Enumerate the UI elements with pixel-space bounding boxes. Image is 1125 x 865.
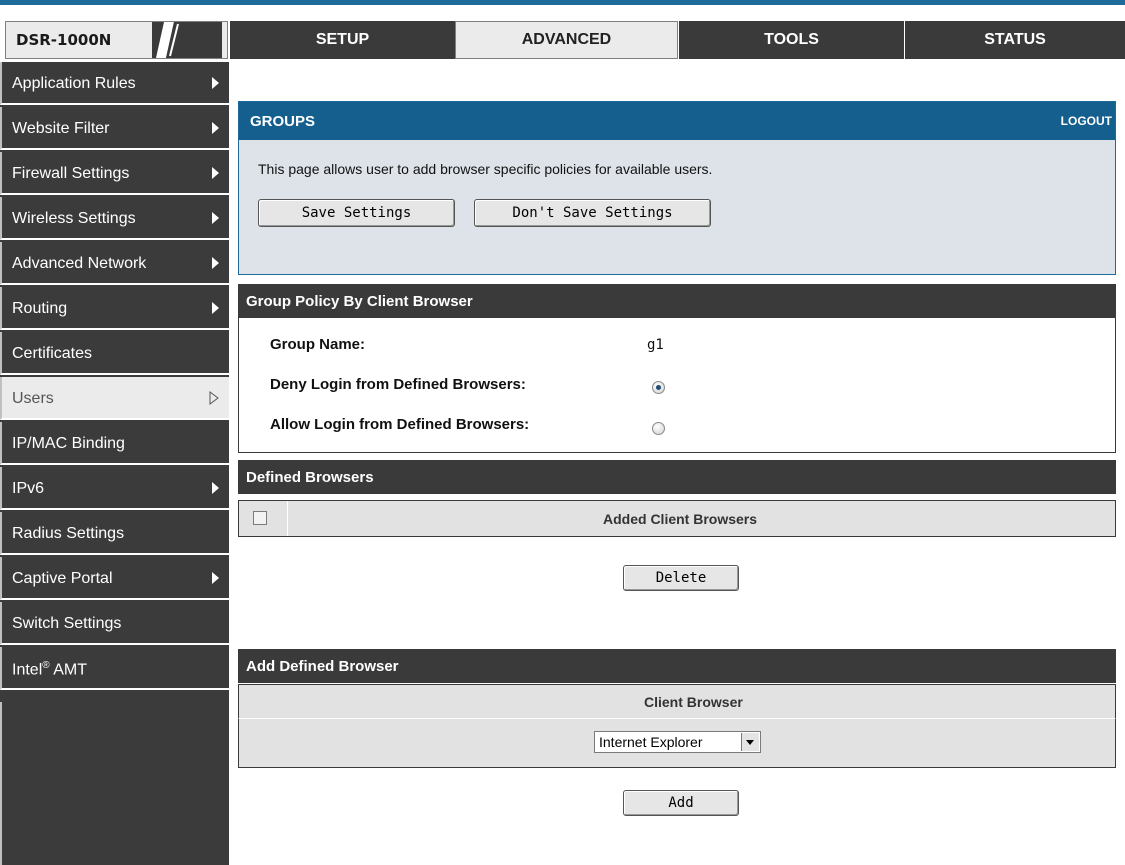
label-prefix: Intel [12, 661, 43, 679]
label-suffix: AMT [49, 661, 87, 679]
deny-login-label: Deny Login from Defined Browsers: [270, 376, 526, 393]
delete-button[interactable]: Delete [623, 565, 739, 591]
chevron-right-icon [212, 212, 219, 224]
select-all-checkbox[interactable] [253, 511, 267, 525]
groups-header: GROUPS LOGOUT [239, 102, 1115, 140]
sidebar-item-intel-amt[interactable]: Intel® AMT [0, 647, 229, 690]
sidebar-item-radius-settings[interactable]: Radius Settings [0, 512, 229, 555]
chevron-right-icon [212, 482, 219, 494]
sidebar-item-website-filter[interactable]: Website Filter [0, 107, 229, 150]
sidebar: Application Rules Website Filter Firewal… [0, 62, 229, 865]
chevron-right-icon [212, 167, 219, 179]
groups-panel: GROUPS LOGOUT This page allows user to a… [238, 101, 1116, 275]
select-value: Internet Explorer [599, 734, 703, 750]
logout-link[interactable]: LOGOUT [1061, 114, 1112, 128]
sidebar-item-advanced-network[interactable]: Advanced Network [0, 242, 229, 285]
page-title: GROUPS [250, 113, 316, 130]
sidebar-item-ipv6[interactable]: IPv6 [0, 467, 229, 510]
chevron-down-icon[interactable] [741, 733, 759, 751]
policy-section-header: Group Policy By Client Browser [238, 284, 1116, 318]
tab-tools[interactable]: TOOLS [678, 21, 904, 59]
sidebar-fill [0, 702, 229, 865]
deny-login-radio[interactable] [652, 381, 665, 394]
sidebar-item-application-rules[interactable]: Application Rules [0, 62, 229, 105]
sidebar-item-label: Certificates [12, 345, 93, 362]
dont-save-settings-button[interactable]: Don't Save Settings [474, 199, 711, 227]
section-title: Group Policy By Client Browser [246, 293, 473, 310]
chevron-right-icon [212, 257, 219, 269]
sidebar-item-switch-settings[interactable]: Switch Settings [0, 602, 229, 645]
sidebar-item-wireless-settings[interactable]: Wireless Settings [0, 197, 229, 240]
sidebar-item-label: Routing [12, 300, 68, 317]
column-header-client-browser: Client Browser [644, 694, 743, 710]
chevron-right-icon [212, 302, 219, 314]
defined-browsers-header: Defined Browsers [238, 460, 1116, 494]
sidebar-item-label: Advanced Network [12, 255, 147, 272]
section-title: Defined Browsers [246, 469, 374, 486]
add-browser-header: Add Defined Browser [238, 649, 1116, 683]
tab-status[interactable]: STATUS [904, 21, 1125, 59]
sidebar-item-ip-mac-binding[interactable]: IP/MAC Binding [0, 422, 229, 465]
sidebar-item-label: Radius Settings [12, 525, 125, 542]
sidebar-item-certificates[interactable]: Certificates [0, 332, 229, 375]
select-all-cell [239, 501, 288, 536]
sidebar-item-label: Firewall Settings [12, 165, 130, 182]
policy-section-body: Group Name: g1 Deny Login from Defined B… [238, 318, 1116, 453]
client-browser-select[interactable]: Internet Explorer [594, 731, 761, 753]
allow-login-label: Allow Login from Defined Browsers: [270, 416, 530, 433]
sidebar-item-label: IPv6 [12, 480, 45, 497]
sidebar-item-label: IP/MAC Binding [12, 435, 125, 452]
chevron-right-icon [212, 572, 219, 584]
add-browser-column-row: Client Browser [238, 684, 1116, 719]
sidebar-item-label: Website Filter [12, 120, 110, 137]
tab-setup[interactable]: SETUP [229, 21, 455, 59]
top-nav-tabs: SETUP ADVANCED TOOLS STATUS [229, 21, 1125, 59]
save-settings-button[interactable]: Save Settings [258, 199, 455, 227]
column-header-added-browsers: Added Client Browsers [603, 511, 758, 527]
chevron-right-icon [212, 122, 219, 134]
group-name-label: Group Name: [270, 336, 366, 353]
sidebar-item-label: Captive Portal [12, 570, 113, 587]
model-name: DSR-1000N [16, 31, 112, 49]
section-title: Add Defined Browser [246, 658, 399, 675]
sidebar-item-label: Users [12, 390, 54, 407]
chevron-right-icon [212, 77, 219, 89]
add-button[interactable]: Add [623, 790, 739, 816]
sidebar-item-captive-portal[interactable]: Captive Portal [0, 557, 229, 600]
defined-browsers-table-header: Added Client Browsers [238, 500, 1116, 537]
sidebar-item-label: Intel® AMT [12, 660, 87, 679]
sidebar-item-routing[interactable]: Routing [0, 287, 229, 330]
page-description: This page allows user to add browser spe… [258, 161, 713, 177]
product-logo: DSR-1000N [5, 21, 228, 59]
group-name-value: g1 [647, 337, 664, 353]
registered-mark: ® [42, 660, 50, 671]
chevron-right-outline-icon [209, 391, 219, 405]
tab-advanced[interactable]: ADVANCED [455, 21, 678, 59]
sidebar-item-users[interactable]: Users [0, 377, 229, 420]
sidebar-item-label: Wireless Settings [12, 210, 136, 227]
header: DSR-1000N SETUP ADVANCED TOOLS STATUS [0, 5, 1125, 62]
sidebar-item-label: Switch Settings [12, 615, 122, 632]
sidebar-item-label: Application Rules [12, 75, 136, 92]
sidebar-item-firewall-settings[interactable]: Firewall Settings [0, 152, 229, 195]
slashes-icon [152, 22, 222, 58]
add-browser-select-row: Internet Explorer [238, 719, 1116, 768]
main-content: GROUPS LOGOUT This page allows user to a… [229, 62, 1125, 865]
allow-login-radio[interactable] [652, 422, 665, 435]
